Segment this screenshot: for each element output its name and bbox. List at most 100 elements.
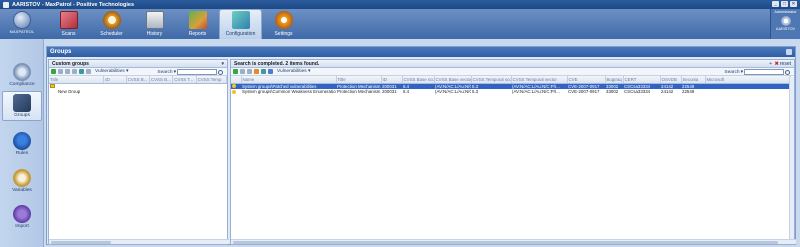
tab-label: Configuration — [225, 31, 256, 37]
sidebar-item-label: Variables — [12, 188, 32, 193]
chevron-down-icon[interactable]: ▾ — [221, 60, 224, 68]
vertical-scrollbar[interactable] — [789, 77, 794, 241]
search-input[interactable] — [744, 69, 784, 75]
horizontal-scrollbar[interactable] — [231, 239, 796, 244]
tab-configuration[interactable]: Configuration — [219, 9, 262, 39]
user-role: Administrator — [774, 10, 797, 14]
vulnerabilities-label: Vulnerabilities — [277, 69, 307, 74]
cell-osvdb: 24142 — [661, 89, 674, 94]
column-header-title[interactable]: Title — [49, 76, 105, 84]
search-icon[interactable] — [785, 69, 790, 75]
ribbon: MAXPATROL Scans Scheduler History Report… — [0, 9, 800, 39]
column-header-secunia[interactable]: Secunia — [681, 76, 706, 84]
sidebar-item-import[interactable]: Import — [2, 203, 42, 233]
table-row[interactable]: New Group — [49, 89, 227, 95]
chevron-down-icon[interactable]: ▾ — [741, 70, 743, 75]
user-panel[interactable]: Administrator AARISTOV — [770, 9, 800, 39]
app-logo[interactable]: MAXPATROL — [2, 11, 42, 39]
scheduler-icon — [102, 11, 121, 29]
table-header-row: Title ID CVSS B... CVSS B... CVSS T... C… — [49, 76, 228, 84]
user-name: AARISTOV — [775, 27, 796, 31]
maximize-button[interactable]: □ — [781, 1, 788, 7]
scroll-thumb[interactable] — [233, 241, 778, 244]
scroll-thumb[interactable] — [51, 241, 111, 244]
column-header-cert[interactable]: CERT — [623, 76, 661, 84]
logo-disc-icon — [13, 11, 31, 29]
sidebar: Compliance Groups Rules Variables Import — [0, 39, 44, 247]
column-header-cvss-base-vector[interactable]: CVSS B... — [149, 76, 174, 84]
column-header-cvss-temporal-score[interactable]: CVSS Temporal score — [471, 76, 512, 84]
horizontal-scrollbar[interactable] — [49, 239, 229, 244]
add-to-group-icon[interactable] — [233, 69, 238, 74]
column-header-osvdb[interactable]: OSVDB — [660, 76, 682, 84]
expand-icon[interactable]: + — [769, 60, 772, 68]
refresh-icon[interactable] — [268, 69, 273, 74]
delete-icon[interactable] — [65, 69, 70, 74]
chevron-down-icon[interactable]: ▾ — [174, 70, 176, 75]
search-results-pane: Search is completed. 2 items found. + ✖r… — [230, 59, 796, 245]
sidebar-item-groups[interactable]: Groups — [2, 91, 42, 121]
search-input[interactable] — [177, 69, 217, 75]
column-header-status[interactable] — [231, 76, 242, 84]
tab-history[interactable]: History — [133, 9, 176, 39]
variables-icon — [13, 169, 31, 187]
search-label: Search — [724, 69, 740, 75]
column-header-id[interactable]: ID — [103, 76, 127, 84]
reset-label: reset — [779, 61, 791, 67]
column-header-cve[interactable]: CVE — [567, 76, 606, 84]
column-header-microsoft[interactable]: Microsoft — [705, 76, 791, 84]
export-icon[interactable] — [261, 69, 266, 74]
sidebar-item-variables[interactable]: Variables — [2, 167, 42, 197]
vulnerabilities-label: Vulnerabilities — [95, 69, 125, 74]
tab-scheduler[interactable]: Scheduler — [90, 9, 133, 39]
tab-label: Scheduler — [100, 31, 123, 37]
cell-cert: CSCsa33334 — [624, 89, 651, 94]
column-header-bugtraq[interactable]: Bugtraq — [605, 76, 624, 84]
sidebar-item-rules[interactable]: Rules — [2, 130, 42, 160]
tab-settings[interactable]: Settings — [262, 9, 305, 39]
vulnerabilities-dropdown[interactable]: Vulnerabilities ▾ — [277, 69, 310, 74]
column-header-cvss-base-score[interactable]: CVSS Base score — [402, 76, 435, 84]
vulnerabilities-dropdown[interactable]: Vulnerabilities ▾ — [95, 69, 128, 74]
column-header-cvss-temporal-score[interactable]: CVSS T... — [172, 76, 197, 84]
settings-icon — [274, 11, 293, 29]
export-icon[interactable] — [79, 69, 84, 74]
ribbon-tabs: Scans Scheduler History Reports Configur… — [47, 9, 305, 39]
add-icon[interactable] — [51, 69, 56, 74]
search-icon[interactable] — [218, 69, 223, 75]
tab-reports[interactable]: Reports — [176, 9, 219, 39]
column-header-name[interactable]: Name — [241, 76, 337, 84]
sidebar-item-compliance[interactable]: Compliance — [2, 61, 42, 91]
properties-icon[interactable] — [72, 69, 77, 74]
column-header-cvss-temporal-vector[interactable]: CVSS Temporal vector — [511, 76, 568, 84]
cell-cvss-temporal-score: 5.3 — [472, 89, 479, 94]
pin-icon[interactable] — [786, 49, 792, 55]
column-header-title[interactable]: Title — [336, 76, 382, 84]
cell-title: Protection Mechanism Bypassing — [337, 89, 381, 94]
column-header-cvss-temporal-vector[interactable]: CVSS Temp — [196, 76, 228, 84]
history-icon — [145, 11, 164, 29]
properties-icon[interactable] — [254, 69, 259, 74]
delete-icon[interactable] — [247, 69, 252, 74]
copy-icon[interactable] — [58, 69, 63, 74]
column-header-id[interactable]: ID — [381, 76, 403, 84]
configuration-icon — [231, 11, 250, 29]
minimize-button[interactable]: _ — [772, 1, 779, 7]
groups-panel: Groups Custom groups ▾ Vulnerabilities ▾… — [46, 46, 796, 245]
search-status: Search is completed. 2 items found. — [234, 61, 320, 67]
tab-label: Settings — [274, 31, 293, 37]
sidebar-item-label: Compliance — [9, 82, 35, 87]
search-results-header: Search is completed. 2 items found. + ✖r… — [231, 60, 794, 68]
window-controls: _ □ ✕ — [772, 1, 797, 7]
refresh-icon[interactable] — [86, 69, 91, 74]
groups-icon — [13, 94, 31, 112]
reset-button[interactable]: ✖reset — [775, 60, 791, 68]
column-header-cvss-base-vector[interactable]: CVSS Base vector — [434, 76, 472, 84]
table-row[interactable]: System groups\Common Weakness Enumeratio… — [231, 89, 790, 95]
cell-bugtraq: 33002 — [606, 89, 619, 94]
tab-scans[interactable]: Scans — [47, 9, 90, 39]
close-button[interactable]: ✕ — [790, 1, 797, 7]
right-toolbar: Vulnerabilities ▾ Search ▾ — [231, 68, 794, 76]
copy-icon[interactable] — [240, 69, 245, 74]
column-header-cvss-base-score[interactable]: CVSS B... — [126, 76, 150, 84]
